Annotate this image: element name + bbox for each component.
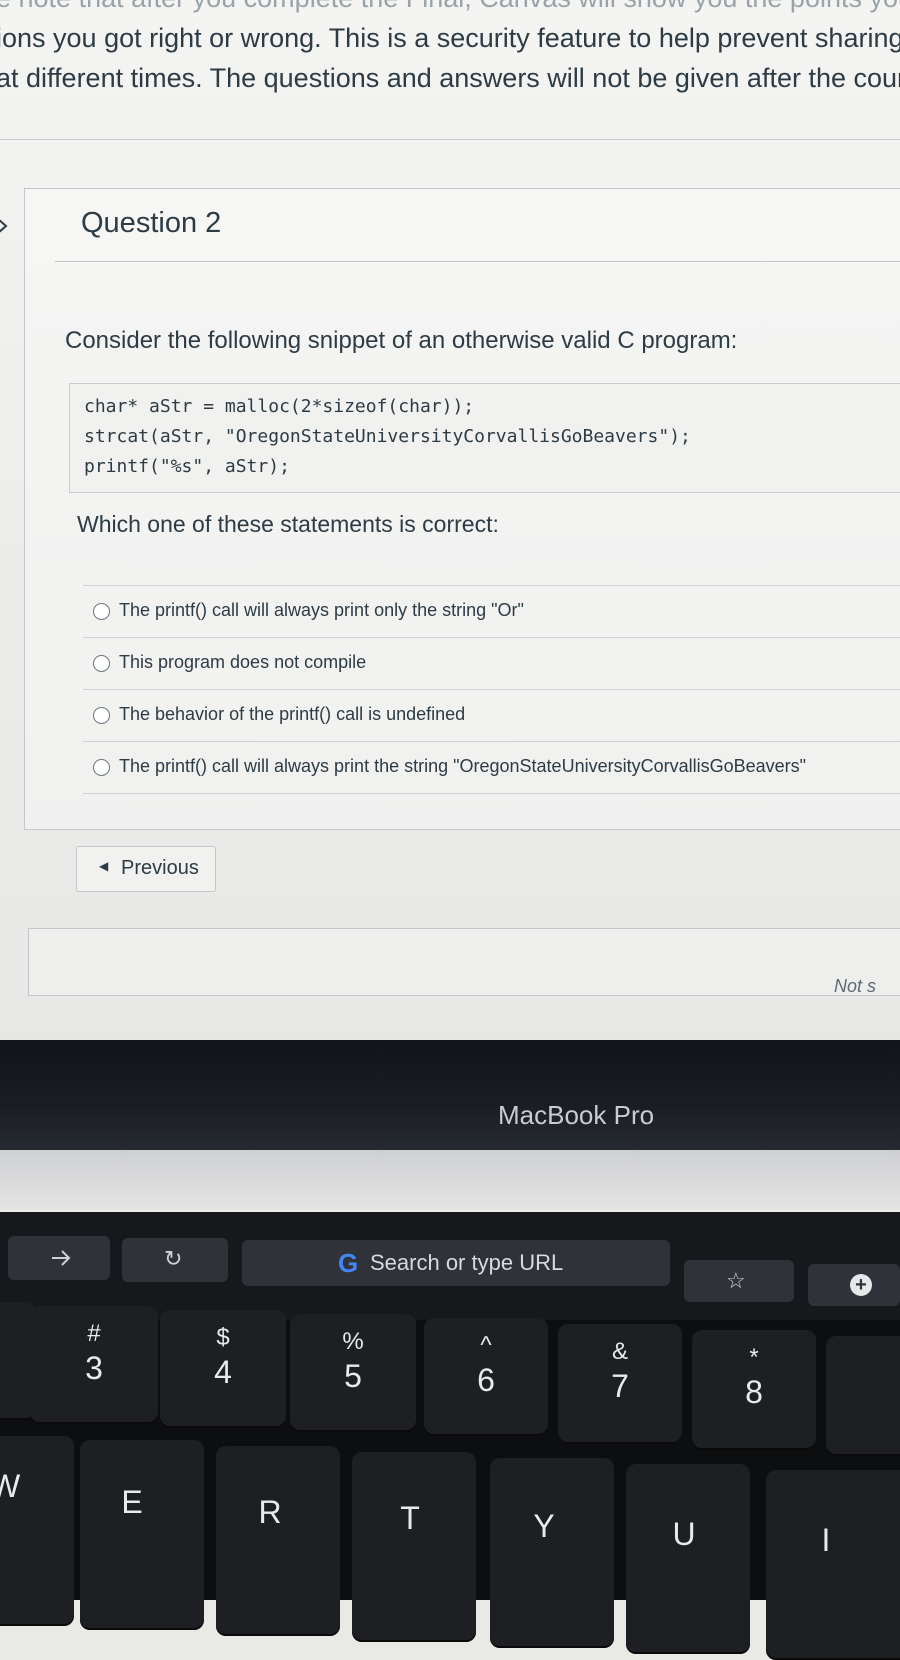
touchbar-forward-button[interactable] [8, 1236, 110, 1280]
key-symbol: * [749, 1344, 759, 1371]
key-6[interactable]: ^ 6 [424, 1318, 548, 1436]
key-symbol: # [87, 1320, 101, 1347]
touchbar-reload-button[interactable]: ↻ [122, 1238, 228, 1282]
touchbar-bookmark-button[interactable]: ☆ [684, 1260, 794, 1302]
question-prompt: Consider the following snippet of an oth… [65, 327, 738, 354]
key-number: 6 [477, 1362, 495, 1398]
star-icon: ☆ [726, 1268, 746, 1293]
code-snippet: char* aStr = malloc(2*sizeof(char)); str… [69, 383, 900, 493]
reload-icon: ↻ [164, 1246, 183, 1271]
key-y[interactable]: Y [490, 1458, 614, 1648]
answer-option-2[interactable]: This program does not compile [83, 638, 900, 690]
question-ask: Which one of these statements is correct… [77, 511, 499, 537]
exam-notice: e note that after you complete the Final… [0, 0, 900, 140]
answer-option-3[interactable]: The behavior of the printf() call is und… [83, 690, 900, 742]
key-8[interactable]: * 8 [692, 1330, 816, 1450]
laptop-hinge [0, 1150, 900, 1210]
key-symbol: ^ [480, 1332, 492, 1359]
key-letter: R [258, 1494, 282, 1530]
key-letter: U [672, 1516, 696, 1552]
laptop-bezel: MacBook Pro [0, 1040, 900, 1150]
browser-screen: e note that after you complete the Final… [0, 0, 900, 1062]
key-number: 7 [611, 1368, 629, 1404]
question-title: Question 2 [81, 207, 222, 239]
key-letter: E [121, 1484, 143, 1520]
question-chevron-icon [0, 219, 8, 233]
forward-arrow-icon [52, 1250, 71, 1266]
radio-button[interactable] [93, 707, 110, 724]
key-u[interactable]: U [626, 1464, 750, 1654]
key-w[interactable]: W [0, 1436, 74, 1626]
key-e[interactable]: E [80, 1440, 204, 1630]
bezel-label: MacBook Pro [498, 1100, 655, 1130]
question-card: Question 2 Consider the following snippe… [24, 188, 900, 830]
answer-list: The printf() call will always print only… [83, 585, 900, 794]
keyboard: # 3 $ 4 % 5 ^ 6 & 7 * 8 W E R T Y U I [0, 1302, 900, 1660]
touch-bar: ↻ G Search or type URL ☆ + [0, 1212, 900, 1320]
radio-button[interactable] [93, 759, 110, 776]
key-t[interactable]: T [352, 1452, 476, 1642]
key-number: 8 [745, 1374, 763, 1410]
answer-label: The behavior of the printf() call is und… [119, 704, 466, 724]
key-letter: I [821, 1522, 831, 1558]
code-line: printf("%s", aStr); [84, 456, 290, 477]
key-letter: W [0, 1468, 21, 1504]
answer-option-4[interactable]: The printf() call will always print the … [83, 742, 900, 794]
touchbar-url-field[interactable]: G Search or type URL [242, 1240, 670, 1286]
radio-button[interactable] [93, 655, 110, 672]
url-placeholder: Search or type URL [370, 1250, 564, 1275]
notice-line-2: at different times. The questions and an… [0, 63, 900, 93]
question-header: Question 2 [55, 189, 900, 262]
key-letter: T [400, 1500, 420, 1536]
answer-label: This program does not compile [119, 652, 367, 672]
plus-icon: + [850, 1274, 872, 1296]
triangle-left-icon: ◀ [99, 859, 109, 873]
google-icon: G [338, 1248, 359, 1278]
answer-option-1[interactable]: The printf() call will always print only… [83, 586, 900, 638]
notice-line-1: ions you got right or wrong. This is a s… [0, 23, 900, 53]
key-number: 3 [85, 1350, 103, 1386]
key-symbol: % [342, 1328, 364, 1355]
key-7[interactable]: & 7 [558, 1324, 682, 1444]
notice-line-0: e note that after you complete the Final… [0, 0, 900, 18]
previous-label: Previous [121, 857, 199, 879]
key-4[interactable]: $ 4 [160, 1310, 286, 1428]
radio-button[interactable] [93, 603, 110, 620]
code-line: strcat(aStr, "OregonStateUniversityCorva… [84, 426, 691, 447]
key-number: 5 [344, 1358, 362, 1394]
key-r[interactable]: R [216, 1446, 340, 1636]
previous-button[interactable]: ◀ Previous [76, 846, 216, 892]
key-i[interactable]: I [766, 1470, 900, 1660]
divider [0, 139, 900, 140]
key-5[interactable]: % 5 [290, 1314, 416, 1432]
save-status: Not s [834, 976, 877, 996]
key-number: 4 [214, 1354, 232, 1390]
answer-label: The printf() call will always print the … [119, 756, 807, 776]
quiz-footer [28, 928, 900, 996]
key-letter: Y [533, 1508, 555, 1544]
code-line: char* aStr = malloc(2*sizeof(char)); [84, 396, 475, 417]
answer-label: The printf() call will always print only… [119, 600, 524, 620]
key-9-partial[interactable] [826, 1336, 900, 1456]
key-symbol: & [611, 1338, 628, 1365]
key-3[interactable]: # 3 [30, 1306, 158, 1424]
touchbar-new-tab-button[interactable]: + [808, 1264, 900, 1306]
key-symbol: $ [216, 1324, 230, 1351]
